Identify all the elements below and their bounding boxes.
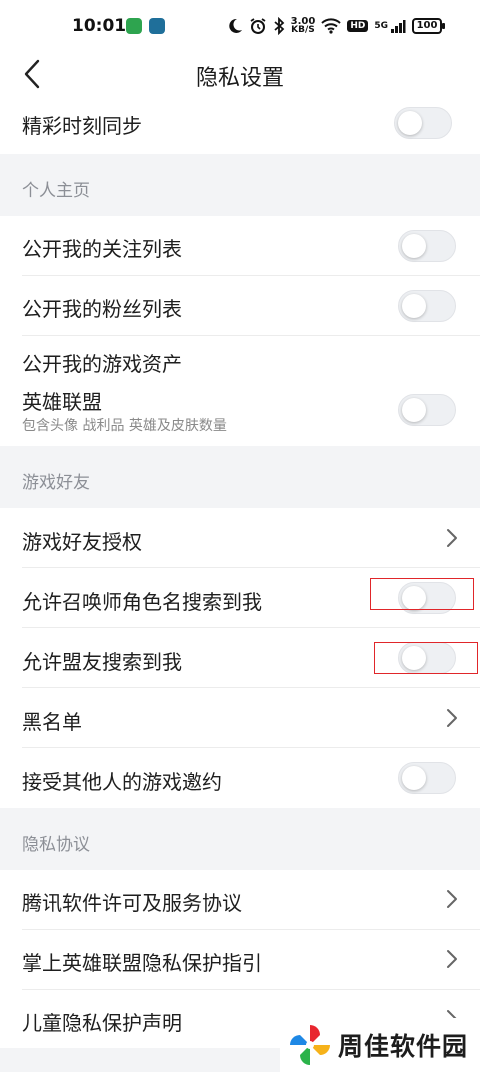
follow-list-toggle[interactable] [398,230,456,262]
app-notification-icon [126,18,142,34]
pinwheel-logo-icon [290,1025,330,1065]
net-speed: 3.00 KB/S [291,17,316,35]
row-ally-search: 允许盟友搜索到我 [0,628,480,688]
ally-search-toggle[interactable] [398,642,456,674]
row-label: 黑名单 [22,710,82,734]
battery-icon: 100 [412,18,445,34]
toggle-knob [402,294,426,318]
section-label: 游戏好友 [22,473,90,493]
lol-assets-toggle[interactable] [398,394,456,426]
status-time: 10:01 [72,16,127,36]
row-label: 公开我的粉丝列表 [22,297,182,321]
hd-badge: HD [347,20,369,32]
network-type: 5G [374,21,388,31]
page-title: 隐私设置 [195,66,284,91]
row-accept-invite: 接受其他人的游戏邀约 [0,748,480,808]
toggle-knob [402,234,426,258]
row-label: 允许盟友搜索到我 [22,650,182,674]
row-follow-list: 公开我的关注列表 [0,216,480,276]
app-notification-icon [149,18,165,34]
alarm-icon [250,18,266,34]
status-icons: 3.00 KB/S HD 5G 100 [227,14,445,38]
lol-label: 英雄联盟 [22,390,102,414]
toggle-knob [398,111,422,135]
row-game-assets: 公开我的游戏资产 英雄联盟 包含头像 战利品 英雄及皮肤数量 [0,336,480,446]
status-bar: 10:01 3.00 KB/S HD 5G 100 [0,0,480,50]
section-label: 个人主页 [22,181,90,201]
row-label: 游戏好友授权 [22,530,142,554]
row-tencent-license[interactable]: 腾讯软件许可及服务协议 [0,870,480,930]
toggle-knob [402,586,426,610]
bluetooth-icon [274,17,284,35]
row-label: 精彩时刻同步 [22,114,142,138]
row-blacklist[interactable]: 黑名单 [0,688,480,748]
fans-list-toggle[interactable] [398,290,456,322]
row-label: 公开我的关注列表 [22,237,182,261]
row-label: 腾讯软件许可及服务协议 [22,891,242,915]
row-highlights-sync: 精彩时刻同步 [0,100,480,154]
net-speed-unit: KB/S [291,25,315,35]
row-label: 儿童隐私保护声明 [22,1011,182,1035]
section-header-privacy-agreement: 隐私协议 [0,808,480,870]
row-label: 掌上英雄联盟隐私保护指引 [22,951,262,975]
toggle-knob [402,646,426,670]
toggle-knob [402,766,426,790]
watermark-text: 周佳软件园 [338,1032,469,1061]
wifi-icon [321,18,342,34]
section-label: 隐私协议 [22,835,90,855]
nav-bar: 隐私设置 [0,50,480,100]
chevron-right-icon [444,888,460,910]
summoner-search-toggle[interactable] [398,582,456,614]
highlights-sync-toggle[interactable] [394,107,452,139]
section-header-profile: 个人主页 [0,154,480,216]
chevron-right-icon [444,527,460,549]
toggle-knob [402,398,426,422]
row-label: 接受其他人的游戏邀约 [22,770,222,794]
accept-invite-toggle[interactable] [398,762,456,794]
moon-icon [228,18,242,33]
row-label: 公开我的游戏资产 [22,352,182,376]
chevron-right-icon [444,948,460,970]
section-header-game-friends: 游戏好友 [0,446,480,508]
row-fans-list: 公开我的粉丝列表 [0,276,480,336]
signal-icon [391,20,406,33]
row-label: 允许召唤师角色名搜索到我 [22,590,262,614]
watermark: 周佳软件园 [280,1018,480,1072]
lol-sublabel: 包含头像 战利品 英雄及皮肤数量 [22,418,227,434]
bottom-fill [0,1048,280,1072]
row-friend-auth[interactable]: 游戏好友授权 [0,508,480,568]
row-privacy-guide[interactable]: 掌上英雄联盟隐私保护指引 [0,930,480,990]
chevron-right-icon [444,707,460,729]
row-summoner-search: 允许召唤师角色名搜索到我 [0,568,480,628]
